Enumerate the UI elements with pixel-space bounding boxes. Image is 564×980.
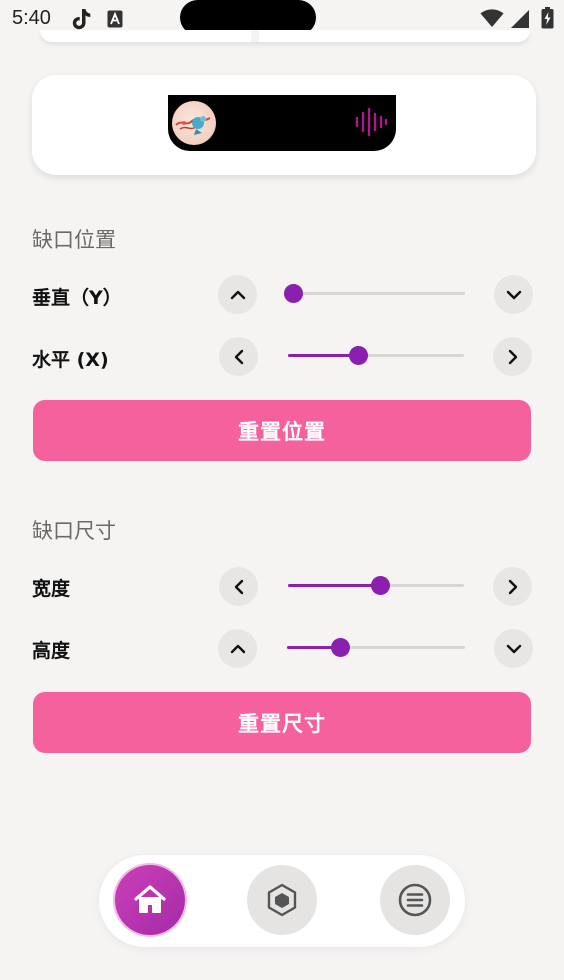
height-slider[interactable] (287, 638, 465, 658)
menu-icon (398, 883, 432, 917)
chevron-up-icon (230, 644, 245, 653)
slider-thumb[interactable] (349, 346, 369, 365)
album-art (172, 101, 216, 145)
nav-home-button[interactable] (115, 865, 185, 935)
slider-fill (288, 354, 359, 357)
horizontal-left-button[interactable] (219, 337, 258, 376)
chevron-left-icon (234, 349, 243, 364)
reset-size-button[interactable]: 重置尺寸 (33, 692, 531, 753)
cube-icon (267, 883, 297, 917)
chevron-left-icon (234, 579, 243, 594)
width-slider[interactable] (288, 576, 464, 596)
waveform-icon (355, 108, 388, 136)
slider-thumb[interactable] (284, 284, 303, 303)
vertical-slider[interactable] (284, 284, 465, 304)
slider-fill (288, 584, 380, 587)
vertical-down-button[interactable] (494, 275, 533, 314)
height-decrease-button[interactable] (494, 629, 533, 668)
slider-thumb[interactable] (370, 576, 390, 595)
reset-position-button[interactable]: 重置位置 (33, 400, 531, 461)
horizontal-right-button[interactable] (493, 337, 532, 376)
height-label: 高度 (32, 640, 71, 662)
height-increase-button[interactable] (218, 629, 257, 668)
battery-icon (541, 7, 554, 29)
slider-track (293, 292, 465, 295)
chevron-right-icon (508, 579, 517, 594)
a-icon (107, 10, 123, 28)
home-icon (134, 885, 166, 913)
card-divider (251, 30, 259, 42)
vertical-up-button[interactable] (218, 275, 257, 314)
width-decrease-button[interactable] (219, 567, 258, 606)
slider-thumb[interactable] (331, 638, 351, 657)
wifi-icon (480, 9, 504, 27)
status-time: 5:40 (12, 7, 51, 29)
horizontal-label: 水平 (X) (32, 349, 109, 371)
width-label: 宽度 (32, 578, 71, 600)
vertical-label: 垂直（Y） (32, 287, 122, 309)
horizontal-slider[interactable] (288, 346, 464, 366)
nav-menu-button[interactable] (380, 865, 450, 935)
previous-card-edge (40, 30, 530, 42)
width-increase-button[interactable] (493, 567, 532, 606)
tiktok-icon (72, 9, 91, 30)
album-art-illustration (175, 116, 211, 135)
size-section-title: 缺口尺寸 (32, 519, 116, 543)
chevron-down-icon (506, 290, 521, 299)
position-section-title: 缺口位置 (32, 228, 116, 252)
nav-cube-button[interactable] (247, 865, 317, 935)
signal-icon (511, 10, 529, 28)
chevron-up-icon (230, 290, 245, 299)
chevron-down-icon (506, 644, 521, 653)
chevron-right-icon (508, 349, 517, 364)
